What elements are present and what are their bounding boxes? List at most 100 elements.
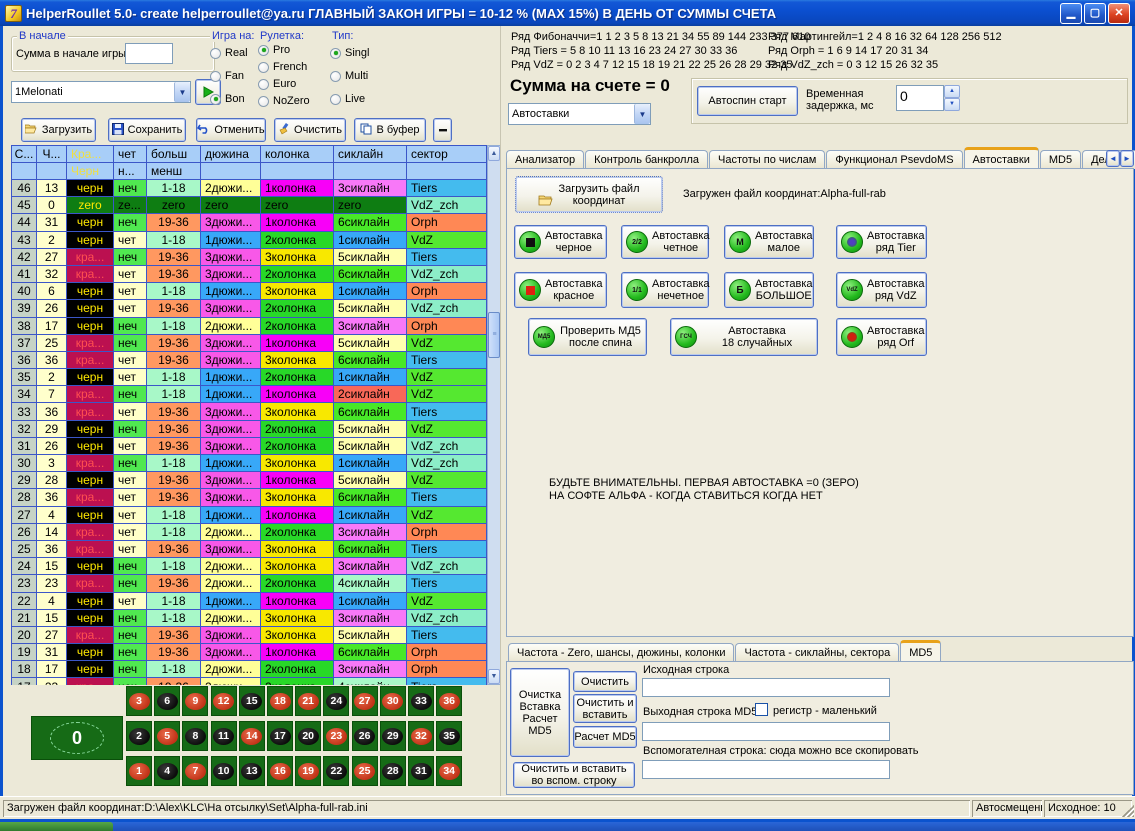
stake-button-vdz[interactable]: VdZАвтоставка ряд VdZ [836,272,927,308]
tab-md5[interactable]: MD5 [1040,150,1081,169]
tab-частота-zero-шансы-дюжины-колонки[interactable]: Частота - Zero, шансы, дюжины, колонки [508,643,734,662]
scroll-down-icon[interactable]: ▼ [488,669,500,684]
roulette-number-18[interactable]: 18 [267,686,293,716]
roulette-number-25[interactable]: 25 [352,756,378,786]
roulette-number-20[interactable]: 20 [295,721,321,751]
tab-scroll-left-icon[interactable]: ◄ [1106,150,1120,167]
roulette-number-24[interactable]: 24 [323,686,349,716]
collapse-button[interactable] [433,118,452,142]
roulette-number-35[interactable]: 35 [436,721,462,751]
md5-aux-clear-button[interactable]: Очистить и вставить во вспом. строку [513,762,635,788]
tab-анализатор[interactable]: Анализатор [506,150,584,169]
stake-button-red-square[interactable]: Автоставка красное [514,272,607,308]
stake-button-orf[interactable]: Автоставка ряд Orf [836,318,927,356]
toolbar-floppy-button[interactable]: Сохранить [108,118,186,142]
md5-clear-button[interactable]: Очистить [573,671,637,692]
stake-button-big[interactable]: БАвтоставка БОЛЬШОЕ [724,272,814,308]
roulette-number-17[interactable]: 17 [267,721,293,751]
radio-singl[interactable]: Singl [330,47,369,59]
roulette-number-4[interactable]: 4 [154,756,180,786]
scrollbar-thumb[interactable]: ≡ [488,312,500,358]
roulette-number-16[interactable]: 16 [267,756,293,786]
roulette-number-3[interactable]: 3 [126,686,152,716]
roulette-number-12[interactable]: 12 [211,686,237,716]
roulette-number-33[interactable]: 33 [408,686,434,716]
roulette-number-15[interactable]: 15 [239,686,265,716]
roulette-number-0[interactable]: 0 [31,716,123,760]
tab-автоставки[interactable]: Автоставки [964,147,1039,169]
scroll-up-icon[interactable]: ▲ [488,146,500,161]
radio-multi[interactable]: Multi [330,70,368,82]
roulette-number-26[interactable]: 26 [352,721,378,751]
tab-частоты-по-числам[interactable]: Частоты по числам [709,150,825,169]
roulette-number-34[interactable]: 34 [436,756,462,786]
toolbar-copy-button[interactable]: В буфер [354,118,426,142]
roulette-number-1[interactable]: 1 [126,756,152,786]
start-sum-input[interactable] [125,43,173,64]
toolbar-brush-button[interactable]: Очистить [274,118,346,142]
roulette-number-13[interactable]: 13 [239,756,265,786]
md5-aux-input[interactable] [642,760,890,779]
roulette-number-29[interactable]: 29 [380,721,406,751]
radio-fan[interactable]: Fan [210,70,244,82]
autospin-start-button[interactable]: Автоспин старт [697,86,798,116]
roulette-number-9[interactable]: 9 [182,686,208,716]
roulette-number-27[interactable]: 27 [352,686,378,716]
md5-calc-button[interactable]: Расчет MD5 [573,726,637,748]
radio-french[interactable]: French [258,61,307,73]
toolbar-folder-open-button[interactable]: Загрузить [21,118,96,142]
roulette-number-2[interactable]: 2 [126,721,152,751]
roulette-number-22[interactable]: 22 [323,756,349,786]
tab-md5[interactable]: MD5 [900,640,941,662]
md5-source-input[interactable] [642,678,890,697]
md5-big-button[interactable]: Очистка Вставка Расчет MD5 [510,668,570,757]
md5-output-input[interactable] [642,722,890,741]
radio-euro[interactable]: Euro [258,78,296,90]
roulette-number-6[interactable]: 6 [154,686,180,716]
register-checkbox[interactable] [755,703,768,716]
roulette-number-36[interactable]: 36 [436,686,462,716]
tab-функционал-psevdoms[interactable]: Функционал PsevdoMS [826,150,962,169]
chevron-down-icon[interactable]: ▼ [634,104,650,124]
tab-частота-сиклайны-сектора[interactable]: Частота - сиклайны, сектора [735,643,899,662]
radio-live[interactable]: Live [330,93,365,105]
tab-контроль-банкролла[interactable]: Контроль банкролла [585,150,708,169]
mode-combobox[interactable]: Автоставки ▼ [508,103,651,125]
roulette-number-10[interactable]: 10 [211,756,237,786]
minimize-button[interactable]: ▁ [1060,3,1082,24]
radio-nozero[interactable]: NoZero [258,95,310,107]
stake-button-odd[interactable]: 1/1Автоставка нечетное [621,272,709,308]
roulette-number-21[interactable]: 21 [295,686,321,716]
toolbar-undo-button[interactable]: Отменить [196,118,266,142]
tab-scroll-right-icon[interactable]: ► [1120,150,1134,167]
spinner-up-icon[interactable]: ▲ [944,85,960,98]
roulette-number-5[interactable]: 5 [154,721,180,751]
roulette-number-8[interactable]: 8 [182,721,208,751]
radio-real[interactable]: Real [210,47,248,59]
md5-clear-paste-button[interactable]: Очистить и вставить [573,694,637,723]
stake-button-black-square[interactable]: Автоставка черное [514,225,607,259]
resize-grip[interactable] [1122,805,1134,817]
stake-button-small[interactable]: MАвтоставка малое [724,225,814,259]
stake-button-rand[interactable]: ГСЧАвтоставка 18 случайных [670,318,818,356]
roulette-number-30[interactable]: 30 [380,686,406,716]
preset-combobox[interactable]: 1Melonati ▼ [11,81,191,103]
grid-scrollbar[interactable]: ▲ ≡ ▼ [487,145,501,685]
delay-input[interactable]: 0 [896,85,944,111]
radio-pro[interactable]: Pro [258,44,290,56]
maximize-button[interactable]: ▢ [1084,3,1106,24]
start-button[interactable] [0,822,113,831]
stake-button-md5[interactable]: МД5Проверить МД5 после спина [528,318,647,356]
roulette-number-28[interactable]: 28 [380,756,406,786]
roulette-number-31[interactable]: 31 [408,756,434,786]
roulette-number-14[interactable]: 14 [239,721,265,751]
stake-button-tier[interactable]: Автоставка ряд Tier [836,225,927,259]
radio-bon[interactable]: Bon [210,93,245,105]
spinner-down-icon[interactable]: ▼ [944,98,960,111]
roulette-number-7[interactable]: 7 [182,756,208,786]
roulette-number-19[interactable]: 19 [295,756,321,786]
roulette-number-11[interactable]: 11 [211,721,237,751]
roulette-number-23[interactable]: 23 [323,721,349,751]
close-button[interactable]: ✕ [1108,3,1130,24]
chevron-down-icon[interactable]: ▼ [174,82,190,102]
